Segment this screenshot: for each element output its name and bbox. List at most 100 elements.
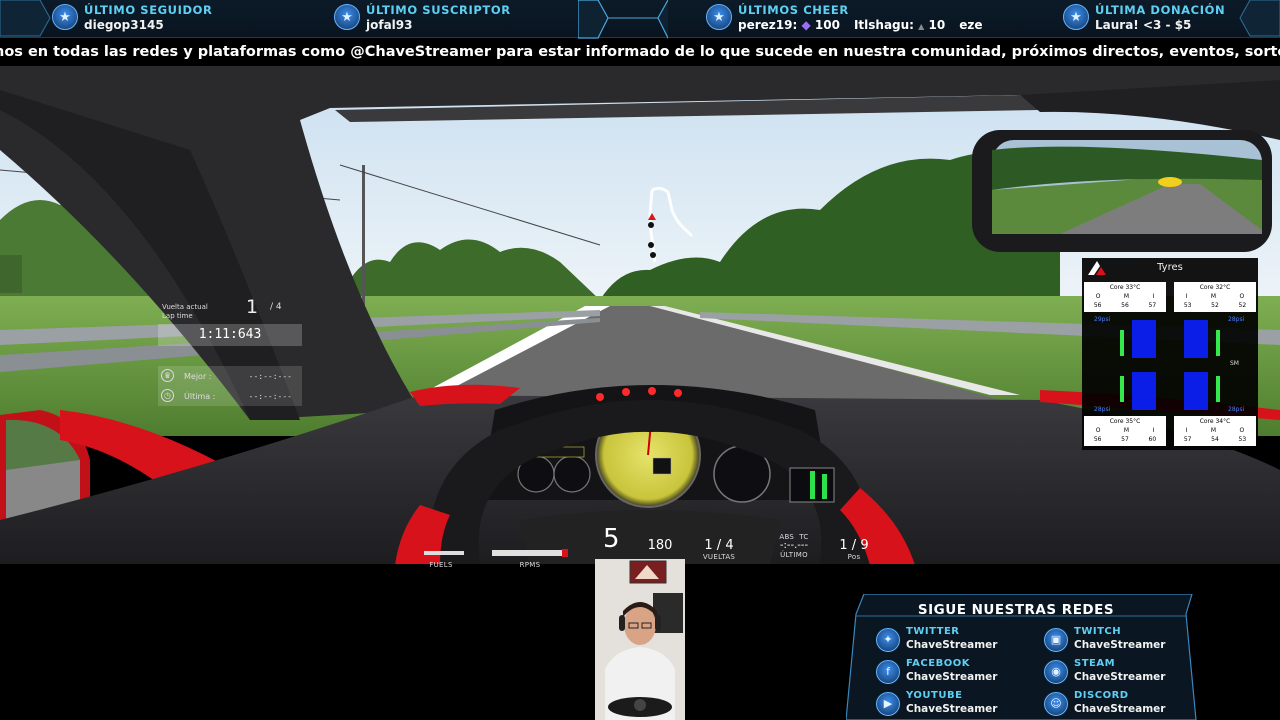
rl-m: 57 — [1121, 436, 1129, 443]
frame-ornament-right — [1239, 0, 1280, 37]
social-facebook[interactable]: f FACEBOOK ChaveStreamer — [876, 658, 1046, 686]
col-o: O — [1239, 427, 1245, 434]
social-handle: ChaveStreamer — [1074, 671, 1166, 683]
rl-i: 60 — [1148, 436, 1157, 443]
rear-left-grip-bar — [1120, 376, 1124, 402]
star-icon: ★ — [706, 4, 732, 30]
twitch-icon: ▣ — [1044, 628, 1068, 652]
bits-gem-icon: ▲ — [918, 22, 925, 31]
rear-left-cols: OMI — [1084, 427, 1166, 434]
social-handle: ChaveStreamer — [906, 639, 998, 651]
stream-top-bar: ★ ÚLTIMO SEGUIDOR diegop3145 ★ ÚLTIMO SU… — [0, 0, 1280, 39]
social-network-name: DISCORD — [1074, 690, 1129, 701]
bits-gem-icon: ◆ — [801, 18, 811, 32]
star-icon: ★ — [52, 4, 78, 30]
rr-i: 53 — [1238, 436, 1247, 443]
rear-right-grip-bar — [1216, 376, 1220, 402]
trophy-icon: ♛ — [161, 369, 174, 382]
fl-m: 56 — [1121, 302, 1129, 309]
twitter-icon: ✦ — [876, 628, 900, 652]
rear-left-temps: Core 35°C O M I 56 57 60 — [1084, 416, 1166, 446]
last-lap-label: Última : — [184, 392, 216, 401]
laps-value: 1 / 4 — [704, 538, 734, 553]
steam-icon: ◉ — [1044, 660, 1068, 684]
fuel-gauge: FUELS — [418, 542, 464, 569]
fuel-label: FUELS — [429, 561, 453, 569]
rpm-bar — [492, 549, 568, 557]
social-network-name: TWITCH — [1074, 626, 1122, 637]
front-right-tyre — [1184, 320, 1208, 358]
last-lap-time: -:--.--- — [779, 540, 809, 551]
last-lap-value: --:--:--- — [248, 392, 292, 401]
last-follower-value: diegop3145 — [84, 18, 164, 32]
social-youtube[interactable]: ▶ YOUTUBE ChaveStreamer — [876, 690, 1046, 718]
stopwatch-icon: ◷ — [161, 389, 174, 402]
rear-left-pressure: 28psi — [1094, 406, 1111, 413]
col-o: O — [1095, 293, 1101, 300]
rr-m: 54 — [1211, 436, 1219, 443]
col-i: I — [1185, 293, 1188, 300]
rear-left-tyre — [1132, 372, 1156, 410]
social-discord[interactable]: ☺ DISCORD ChaveStreamer — [1044, 690, 1214, 718]
tyres-title: Tyres — [1157, 262, 1183, 273]
front-left-cols: OMI — [1084, 293, 1166, 300]
rear-right-cols: IMO — [1174, 427, 1256, 434]
col-m: M — [1210, 293, 1217, 300]
lap-current-label: Vuelta actual — [162, 303, 208, 311]
current-lap-time: 1:11:643 — [158, 324, 302, 346]
col-m: M — [1123, 293, 1130, 300]
cheer-amount: 10 — [928, 18, 946, 32]
front-right-temps: Core 32°C I M O 53 52 52 — [1174, 282, 1256, 312]
social-handle: ChaveStreamer — [1074, 703, 1166, 715]
cheer-entry: eze — [959, 18, 982, 32]
lap-current-number: 1 — [246, 296, 259, 318]
youtube-icon: ▶ — [876, 692, 900, 716]
rear-right-tyre — [1184, 372, 1208, 410]
best-lap-value: --:--:--- — [248, 372, 292, 381]
position-label: Pos — [847, 553, 861, 561]
col-o: O — [1095, 427, 1101, 434]
laps-readout: 1 / 4 VUELTAS — [696, 538, 742, 561]
front-left-tyre — [1132, 320, 1156, 358]
col-m: M — [1210, 427, 1217, 434]
social-links-panel: SIGUE NUESTRAS REDES ✦ TWITTER ChaveStre… — [846, 594, 1212, 720]
social-twitch[interactable]: ▣ TWITCH ChaveStreamer — [1044, 626, 1214, 654]
rear-right-temps: Core 34°C I M O 57 54 53 — [1174, 416, 1256, 446]
streamer-webcam — [595, 559, 685, 720]
lap-total: / 4 — [270, 302, 282, 312]
front-left-grip-bar — [1120, 330, 1124, 356]
cheer-entry: perez19: ◆ 100 — [738, 18, 840, 32]
social-handle: ChaveStreamer — [906, 671, 998, 683]
rear-right-core: Core 34°C — [1199, 418, 1231, 425]
social-network-name: TWITTER — [906, 626, 960, 637]
laps-label: VUELTAS — [702, 553, 736, 561]
social-panel-title: SIGUE NUESTRAS REDES — [917, 602, 1115, 618]
col-i: I — [1185, 427, 1188, 434]
rear-right-values: 57 54 53 — [1174, 436, 1256, 443]
cheers-list: perez19: ◆ 100 Itlshagu: ▲ 10 eze — [738, 18, 982, 32]
social-handle: ChaveStreamer — [1074, 639, 1166, 651]
compound-label: SM — [1230, 360, 1239, 367]
front-right-values: 53 52 52 — [1174, 302, 1256, 309]
fl-o: 56 — [1093, 302, 1102, 309]
front-right-cols: IMO — [1174, 293, 1256, 300]
rpm-label: RPMS — [519, 561, 541, 569]
social-network-name: YOUTUBE — [906, 690, 963, 701]
social-network-name: STEAM — [1074, 658, 1116, 669]
last-cheers-title: ÚLTIMOS CHEER — [738, 3, 849, 17]
social-steam[interactable]: ◉ STEAM ChaveStreamer — [1044, 658, 1214, 686]
fr-m: 52 — [1211, 302, 1219, 309]
last-subscriber-title: ÚLTIMO SUSCRIPTOR — [366, 3, 511, 17]
fl-i: 57 — [1148, 302, 1157, 309]
position-readout: 1 / 9 Pos — [834, 538, 874, 561]
last-donation-value: Laura! <3 - $5 — [1095, 18, 1192, 32]
last-subscriber-value: jofal93 — [366, 18, 413, 32]
ticker-bar: nos en todas las redes y plataformas com… — [0, 40, 1280, 66]
col-o: O — [1239, 293, 1245, 300]
discord-icon: ☺ — [1044, 692, 1068, 716]
best-lap-label: Mejor : — [184, 372, 212, 381]
fr-o: 53 — [1183, 302, 1192, 309]
gear-indicator: 5 — [603, 524, 620, 554]
social-twitter[interactable]: ✦ TWITTER ChaveStreamer — [876, 626, 1046, 654]
speed-value: 180 — [647, 538, 673, 553]
